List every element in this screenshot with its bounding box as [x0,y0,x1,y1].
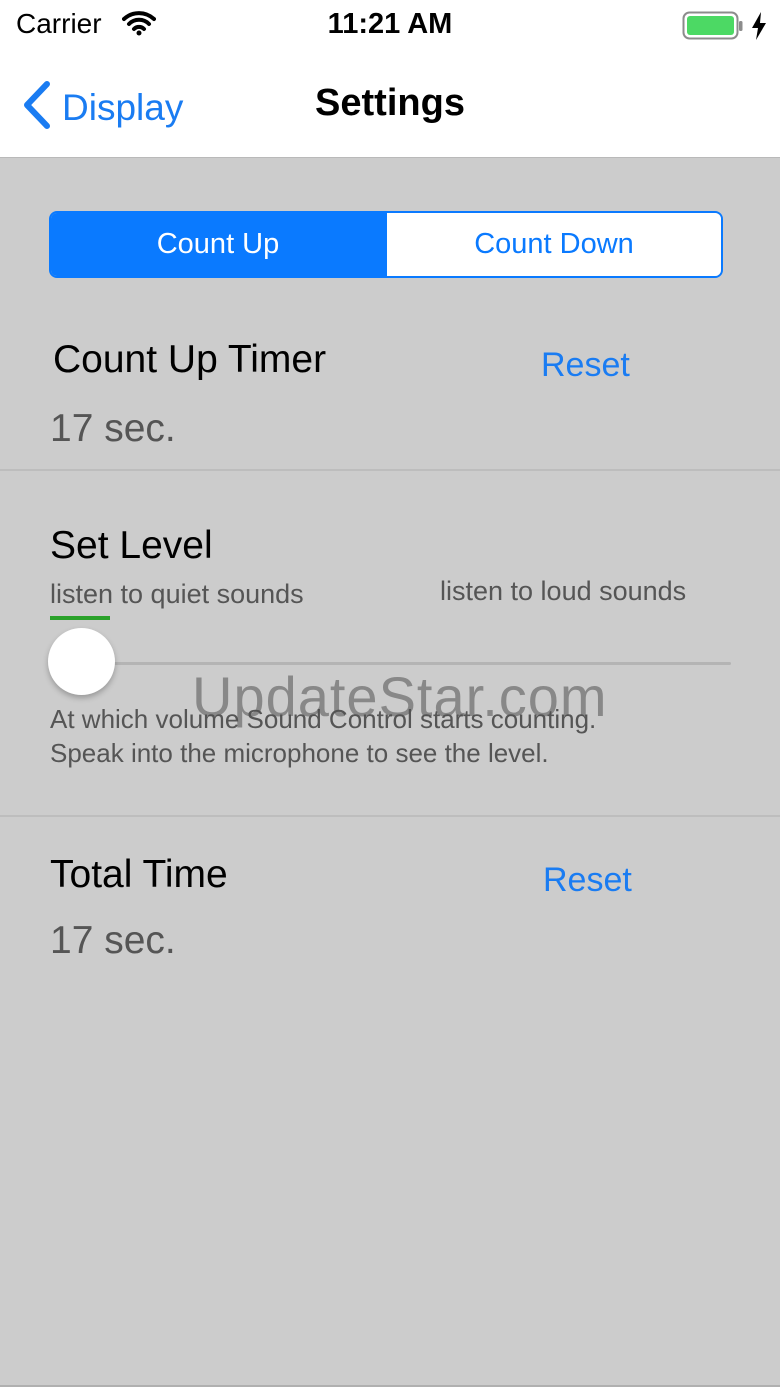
level-min-label: listen to quiet sounds [50,579,304,609]
status-bar: Carrier 11:21 AM [0,0,780,52]
total-time-reset-button[interactable]: Reset [543,861,632,900]
page-title: Settings [315,82,465,124]
set-level-label: Set Level [50,524,213,567]
navigation-bar: Display Settings [0,52,780,158]
section-divider [0,469,780,471]
level-description: At which volume Sound Control starts cou… [50,702,750,770]
level-description-line-1: At which volume Sound Control starts cou… [50,704,597,734]
total-time-value: 17 sec. [50,919,176,962]
microphone-level-indicator [50,616,110,620]
section-divider [0,815,780,817]
charging-icon [750,11,768,46]
status-time: 11:21 AM [327,8,453,40]
segment-count-up[interactable]: Count Up [51,213,385,276]
level-slider-track[interactable] [80,662,731,665]
timer-mode-segmented-control: Count Up Count Down [49,211,723,278]
total-time-label: Total Time [50,853,228,896]
count-up-timer-value: 17 sec. [50,407,176,450]
level-max-label: listen to loud sounds [440,576,687,606]
level-description-line-2: Speak into the microphone to see the lev… [50,738,549,768]
count-up-timer-label: Count Up Timer [53,338,327,381]
level-slider-thumb[interactable] [48,628,115,695]
count-up-reset-button[interactable]: Reset [541,346,630,385]
battery-icon [682,11,744,46]
segment-count-down[interactable]: Count Down [385,213,721,276]
